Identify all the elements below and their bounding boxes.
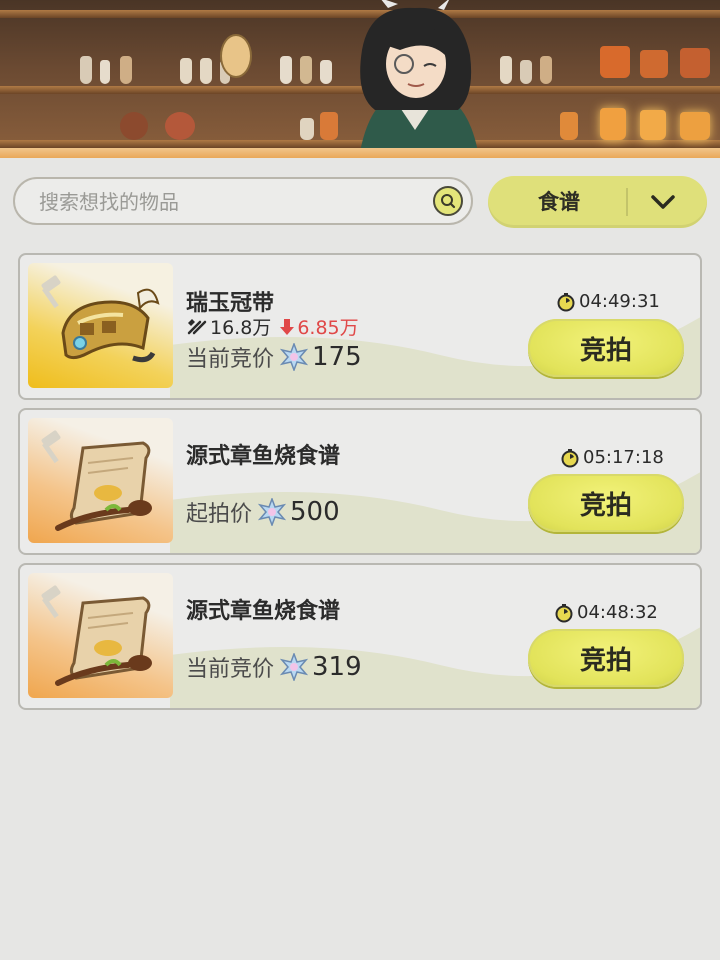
auction-item-card[interactable]: 源式章鱼烧食谱 起拍价 500 05:17:18 竞拍 <box>18 408 702 555</box>
time-left: 04:49:31 <box>579 291 660 312</box>
jade-crown-icon <box>61 288 160 363</box>
category-selected-label: 食谱 <box>538 190 580 214</box>
stopwatch-icon <box>555 603 573 622</box>
item-thumbnail <box>28 263 173 388</box>
trade-hammers-icon <box>187 318 207 334</box>
item-thumbnail <box>28 573 173 698</box>
crystal-currency-icon <box>258 498 287 526</box>
price-value: 319 <box>312 652 362 682</box>
item-name: 源式章鱼烧食谱 <box>186 444 341 469</box>
item-thumbnail <box>28 418 173 543</box>
time-left: 05:17:18 <box>583 447 664 468</box>
starting-price: 起拍价 500 <box>186 496 340 528</box>
countdown-timer: 04:48:32 <box>554 602 658 623</box>
bid-button[interactable]: 竞拍 <box>528 629 684 687</box>
price-label: 起拍价 <box>186 502 253 527</box>
recipe-scroll-icon <box>55 596 152 686</box>
arrow-down-icon <box>280 318 295 335</box>
auction-item-card[interactable]: 瑞玉冠带 16.8万 6.85万 当前竞价 175 04:49:31 竞拍 <box>18 253 702 400</box>
chevron-down-icon <box>651 195 675 209</box>
stopwatch-icon <box>557 292 575 311</box>
price-label: 当前竞价 <box>186 347 275 372</box>
shopkeeper-character-icon <box>360 0 478 152</box>
current-bid: 当前竞价 175 <box>186 341 362 373</box>
countdown-timer: 05:17:18 <box>560 447 664 468</box>
category-dropdown[interactable]: 食谱 <box>488 176 707 228</box>
current-bid: 当前竞价 319 <box>186 651 362 683</box>
recipe-scroll-icon <box>55 441 152 531</box>
search-input[interactable] <box>37 179 421 225</box>
shop-banner <box>0 0 720 152</box>
crystal-currency-icon <box>280 653 309 681</box>
price-change-value: 6.85万 <box>297 317 359 339</box>
crystal-currency-icon <box>280 343 309 371</box>
item-name: 源式章鱼烧食谱 <box>186 599 341 624</box>
time-left: 04:48:32 <box>577 602 658 623</box>
search-box[interactable] <box>13 177 473 225</box>
bid-button[interactable]: 竞拍 <box>528 474 684 532</box>
auction-item-card[interactable]: 源式章鱼烧食谱 当前竞价 319 04:48:32 竞拍 <box>18 563 702 710</box>
trade-volume: 16.8万 <box>210 317 272 339</box>
price-value: 500 <box>290 497 340 527</box>
countdown-timer: 04:49:31 <box>556 291 660 312</box>
search-button[interactable] <box>433 186 463 216</box>
price-change: 6.85万 <box>279 313 359 340</box>
search-icon <box>441 194 456 209</box>
banner-border <box>0 148 720 158</box>
bid-button[interactable]: 竞拍 <box>528 319 684 377</box>
price-value: 175 <box>312 342 362 372</box>
item-stats: 16.8万 6.85万 <box>186 313 359 340</box>
stopwatch-icon <box>561 448 579 467</box>
dropdown-divider <box>626 188 628 216</box>
price-label: 当前竞价 <box>186 657 275 682</box>
